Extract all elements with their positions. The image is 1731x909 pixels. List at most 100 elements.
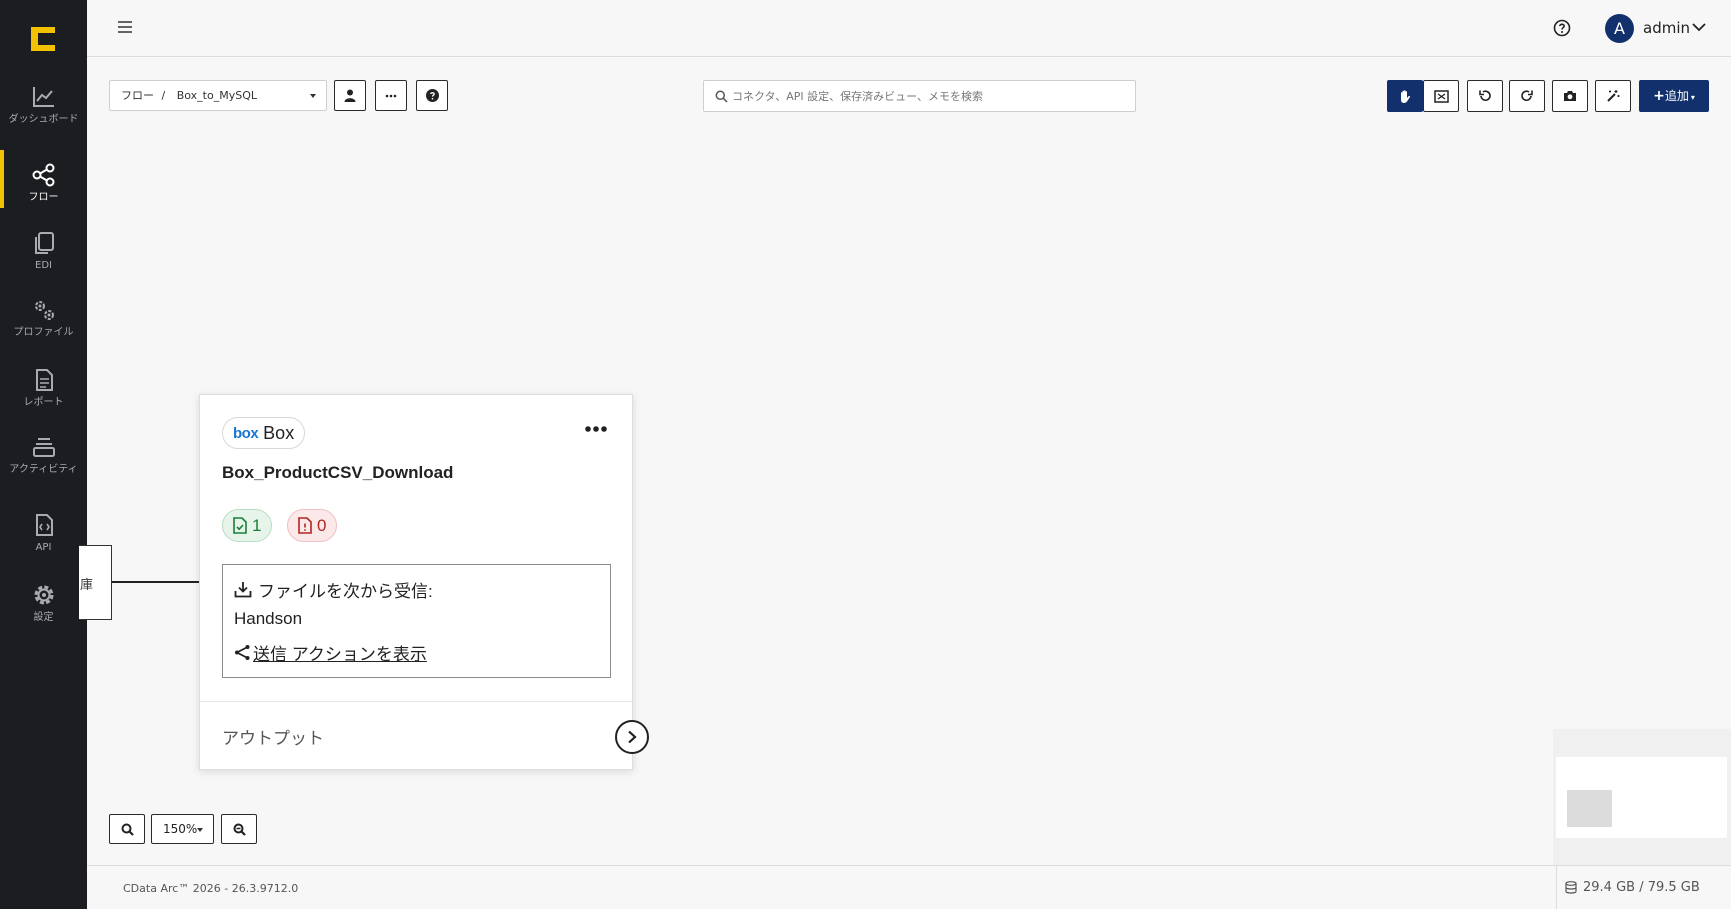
copy-files-icon <box>34 232 54 254</box>
error-count: 0 <box>317 515 327 535</box>
output-port-button[interactable] <box>615 720 649 754</box>
zoom-in-icon <box>121 823 134 836</box>
layers-icon <box>32 438 55 457</box>
breadcrumb-root[interactable]: フロー <box>121 89 154 102</box>
zoom-out-button[interactable] <box>221 814 257 844</box>
search-bar <box>703 80 1136 112</box>
top-bar: A admin <box>87 0 1731 57</box>
file-error-icon <box>298 517 312 534</box>
undo-button[interactable] <box>1467 80 1503 112</box>
gears-icon <box>34 301 54 320</box>
zoom-in-button[interactable] <box>109 814 145 844</box>
database-icon <box>1565 881 1577 894</box>
footer: CData Arc™ 2026 - 26.3.9712.0 29.4 GB / … <box>87 865 1731 909</box>
sidebar-item-flow[interactable]: フロー <box>0 150 87 208</box>
sidebar-item-label: プロファイル <box>13 327 74 338</box>
flow-connector-line <box>112 581 200 583</box>
sidebar-item-dashboard[interactable]: ダッシュボード <box>0 84 87 125</box>
camera-icon <box>1564 91 1576 101</box>
caret-down-icon: ▾ <box>1690 93 1695 102</box>
chevron-down-icon[interactable] <box>1692 22 1706 32</box>
minimap[interactable] <box>1556 757 1727 838</box>
caret-down-icon <box>197 828 203 832</box>
zoom-level-select[interactable]: 150% <box>151 814 214 844</box>
gear-icon <box>34 585 53 605</box>
more-options-button[interactable] <box>375 80 407 111</box>
zoom-out-icon <box>233 823 246 836</box>
sidebar-item-label: API <box>35 542 52 553</box>
sidebar-item-activity[interactable]: アクティビティ <box>0 434 87 475</box>
add-button[interactable]: +追加 ▾ <box>1639 80 1709 112</box>
connector-type-chip: box Box <box>222 417 306 449</box>
sidebar-item-label: アクティビティ <box>9 464 78 475</box>
receive-source: Handson <box>234 609 302 629</box>
snapshot-button[interactable] <box>1552 80 1588 112</box>
search-icon <box>715 90 728 103</box>
hamburger-menu-icon[interactable] <box>117 19 133 35</box>
error-count-badge[interactable]: 0 <box>287 509 338 542</box>
pan-mode-button[interactable] <box>1387 80 1423 112</box>
chevron-right-icon <box>628 730 637 744</box>
send-action-link[interactable]: 送信 アクションを表示 <box>253 640 427 665</box>
add-button-label: 追加 <box>1664 89 1689 103</box>
search-input[interactable] <box>732 81 1132 111</box>
sidebar-item-api[interactable]: API <box>0 512 87 553</box>
minimap-viewport[interactable] <box>1567 790 1612 827</box>
connector-title[interactable]: Box_ProductCSV_Download <box>222 463 453 483</box>
box-logo: box <box>233 424 259 442</box>
sidebar-item-label: 設定 <box>33 612 54 623</box>
chart-line-icon <box>32 87 54 107</box>
code-file-icon <box>35 514 53 536</box>
auto-layout-button[interactable] <box>1595 80 1631 112</box>
user-button[interactable] <box>334 80 366 111</box>
magic-wand-icon <box>1607 90 1620 102</box>
sidebar-item-edi[interactable]: EDI <box>0 230 87 271</box>
sidebar-item-report[interactable]: レポート <box>0 367 87 408</box>
connector-type-label: Box <box>263 422 295 443</box>
redo-icon <box>1521 90 1533 102</box>
undo-icon <box>1479 90 1491 102</box>
sidebar-item-label: フロー <box>28 192 59 203</box>
hand-icon <box>1401 89 1411 103</box>
upstream-node[interactable]: 庫 <box>79 545 112 620</box>
share-nodes-icon <box>32 163 54 187</box>
ellipsis-icon <box>385 94 397 97</box>
flow-breadcrumb-select[interactable]: フロー / Box_to_MySQL <box>109 80 327 111</box>
output-label: アウトプット <box>222 729 324 748</box>
user-icon <box>344 89 356 102</box>
file-check-icon <box>233 517 247 534</box>
user-name[interactable]: admin <box>1643 19 1690 37</box>
caret-down-icon <box>310 94 316 98</box>
plus-icon: + <box>1653 88 1665 104</box>
receive-row: ファイルを次から受信: <box>234 577 433 602</box>
sidebar-item-settings[interactable]: 設定 <box>0 582 87 623</box>
fit-view-button[interactable] <box>1423 80 1459 112</box>
sidebar: ダッシュボード フロー EDI プロファイル レポート アクティビティ API … <box>0 0 87 909</box>
document-icon <box>35 369 53 391</box>
help-circle-icon[interactable] <box>1553 19 1571 37</box>
storage-usage: 29.4 GB / 79.5 GB <box>1565 880 1700 895</box>
send-action-row[interactable]: 送信 アクションを表示 <box>234 640 427 665</box>
upstream-node-label: 庫 <box>80 578 94 593</box>
version-text: CData Arc™ 2026 - 26.3.9712.0 <box>123 882 299 895</box>
breadcrumb-separator: / <box>161 89 166 102</box>
cdata-logo-icon[interactable] <box>28 24 58 54</box>
breadcrumb-current: Box_to_MySQL <box>176 89 257 102</box>
receive-source-name: Handson <box>234 609 303 628</box>
fit-screen-icon <box>1433 89 1449 103</box>
redo-button[interactable] <box>1509 80 1545 112</box>
more-horizontal-icon[interactable] <box>584 425 608 433</box>
receive-info-box: ファイルを次から受信: Handson 送信 アクションを表示 <box>222 564 611 678</box>
avatar[interactable]: A <box>1605 14 1634 43</box>
sidebar-item-label: EDI <box>35 260 52 271</box>
sidebar-item-label: ダッシュボード <box>8 114 79 125</box>
flow-help-button[interactable] <box>416 80 448 111</box>
connector-card[interactable]: box Box Box_ProductCSV_Download 1 0 ファイル… <box>199 394 633 770</box>
success-count-badge[interactable]: 1 <box>222 509 273 542</box>
receive-label: ファイルを次から受信: <box>258 582 433 601</box>
storage-text: 29.4 GB / 79.5 GB <box>1583 880 1700 895</box>
download-icon <box>234 582 252 598</box>
sidebar-item-profile[interactable]: プロファイル <box>0 297 87 338</box>
question-circle-icon <box>425 89 439 102</box>
share-icon <box>235 645 250 660</box>
